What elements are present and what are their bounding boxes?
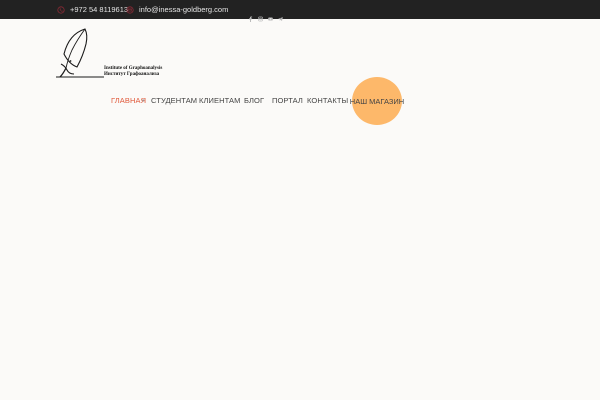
social-links xyxy=(248,15,283,23)
chevron-down-icon: ▾ xyxy=(142,98,145,104)
nav-item-portal[interactable]: ПОРТАЛ xyxy=(272,95,303,107)
nav-item-clients[interactable]: КЛИЕНТАМ xyxy=(199,95,240,107)
email-address[interactable]: info@inessa-goldberg.com xyxy=(139,4,228,16)
nav-item-blog[interactable]: БЛОГ xyxy=(244,95,264,107)
youtube-icon[interactable] xyxy=(268,16,273,22)
nav-item-home[interactable]: ГЛАВНАЯ xyxy=(111,95,146,107)
nav-item-students[interactable]: СТУДЕНТАМ xyxy=(151,95,197,107)
telegram-icon[interactable] xyxy=(278,16,283,22)
shop-button[interactable]: НАШ МАГАЗИН xyxy=(350,77,404,125)
phone-icon xyxy=(57,6,65,14)
email-icon xyxy=(126,6,134,14)
phone-number[interactable]: +972 54 8119613 xyxy=(70,4,128,16)
instagram-icon[interactable] xyxy=(258,16,263,22)
nav-item-contacts[interactable]: КОНТАКТЫ xyxy=(307,95,348,107)
logo-text-ru: Институт Графоанализа xyxy=(104,72,160,77)
quill-logo-icon xyxy=(56,28,104,78)
top-bar: +972 54 8119613 info@inessa-goldberg.com xyxy=(0,0,600,19)
site-logo[interactable]: Institute of Graphoanalysis Институт Гра… xyxy=(55,26,170,82)
email-contact[interactable]: info@inessa-goldberg.com xyxy=(126,4,228,16)
phone-contact[interactable]: +972 54 8119613 xyxy=(57,4,128,16)
facebook-icon[interactable] xyxy=(248,16,253,22)
